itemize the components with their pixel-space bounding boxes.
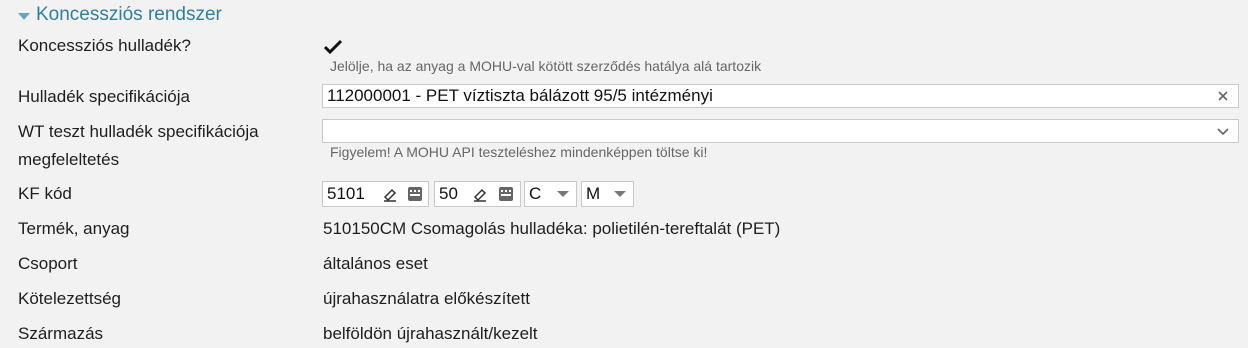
close-icon[interactable] [1216, 89, 1230, 103]
termek-label: Termék, anyag [18, 219, 130, 238]
kf-kod-part4-value: M [586, 184, 601, 203]
kotelezettseg-value: újrahasználatra előkészített [323, 289, 530, 308]
wt-teszt-label-line2: megfeleltetés [18, 150, 120, 169]
kf-kod-part3-select[interactable]: C [524, 181, 577, 207]
eraser-icon[interactable] [382, 186, 398, 202]
kf-kod-part4-select[interactable]: M [581, 181, 634, 207]
csoport-label: Csoport [18, 254, 78, 273]
chevron-down-icon[interactable] [1216, 124, 1230, 138]
specifikacio-value: 112000001 - PET víztiszta bálázott 95/5 … [327, 86, 713, 105]
wt-teszt-label-line1: WT teszt hulladék specifikációja [18, 122, 259, 141]
section-header[interactable]: Koncessziós rendszer [18, 3, 222, 27]
kf-kod-label: KF kód [18, 184, 72, 203]
keypad-icon[interactable] [498, 186, 514, 202]
section-title: Koncessziós rendszer [36, 4, 222, 25]
koncesszios-label: Koncessziós hulladék? [18, 36, 191, 55]
specifikacio-label: Hulladék specifikációja [18, 87, 190, 106]
kf-kod-part1-input[interactable]: 5101 [322, 181, 429, 207]
kf-kod-part1-value: 5101 [327, 184, 365, 203]
checkmark-icon [324, 39, 342, 55]
kf-kod-part2-input[interactable]: 50 [434, 181, 521, 207]
wt-teszt-select[interactable] [322, 119, 1239, 143]
kotelezettseg-label: Kötelezettség [18, 289, 122, 308]
wt-teszt-hint: Figyelem! A MOHU API teszteléshez minden… [330, 144, 708, 160]
szarmazas-label: Származás [18, 324, 104, 343]
keypad-icon[interactable] [407, 186, 423, 202]
szarmazas-value: belföldön újrahasznált/kezelt [323, 324, 538, 343]
koncesszios-checkbox[interactable] [323, 37, 343, 57]
chevron-down-icon[interactable] [614, 191, 626, 197]
koncesszios-hint: Jelölje, ha az anyag a MOHU-val kötött s… [330, 58, 762, 74]
chevron-down-icon[interactable] [557, 191, 569, 197]
csoport-value: általános eset [323, 254, 428, 273]
kf-kod-part2-value: 50 [439, 184, 458, 203]
caret-down-icon[interactable] [18, 12, 30, 20]
eraser-icon[interactable] [472, 186, 488, 202]
specifikacio-select[interactable]: 112000001 - PET víztiszta bálázott 95/5 … [322, 84, 1239, 108]
termek-value: 510150CM Csomagolás hulladéka: polietilé… [323, 219, 781, 238]
kf-kod-part3-value: C [529, 184, 542, 203]
